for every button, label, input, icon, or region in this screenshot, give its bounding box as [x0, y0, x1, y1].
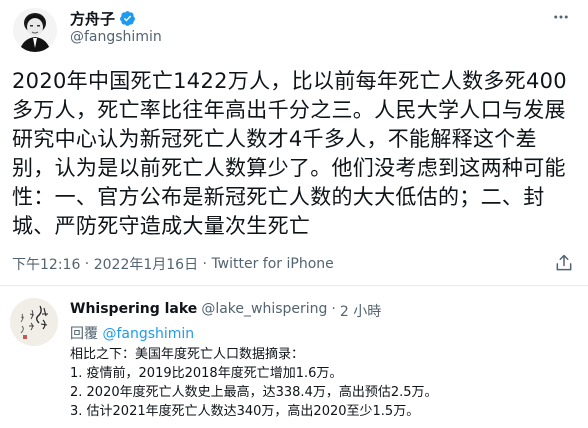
tweet-text: 2020年中国死亡1422万人，比以前每年死亡人数多死400多万人，死亡率比往年… [12, 69, 567, 238]
author-name[interactable]: 方舟子 [70, 8, 115, 29]
share-icon[interactable] [554, 253, 574, 273]
reply-line: 相比之下：美国年度死亡人口数据摘录： [70, 347, 305, 362]
tweet-source[interactable]: Twitter for iPhone [211, 256, 333, 272]
reply-text: 相比之下：美国年度死亡人口数据摘录： 1. 疫情前，2019比2018年度死亡增… [70, 345, 438, 421]
replying-to-mention[interactable]: @fangshimin [102, 326, 194, 342]
author-handle[interactable]: @fangshimin [70, 29, 162, 45]
reply-line: 1. 疫情前，2019比2018年度死亡增加1.6万。 [70, 366, 343, 381]
reply-author-avatar[interactable] [10, 298, 58, 346]
main-tweet: 方舟子 @fangshimin 2020年中国死亡1422万人，比以前每年死亡人… [0, 0, 588, 282]
meta-separator: · [198, 256, 212, 272]
tweet-meta: 下午12:16 · 2022年1月16日 · Twitter for iPhon… [12, 254, 334, 274]
more-options-icon[interactable] [550, 6, 572, 28]
reply-line: 2. 2020年度死亡人数史上最高，达338.4万，高出预估2.5万。 [70, 385, 438, 400]
replying-to-label: 回覆 [70, 326, 98, 342]
tweet-date[interactable]: 2022年1月16日 [94, 254, 198, 274]
verified-badge-icon [119, 10, 136, 27]
reply-author-handle[interactable]: @lake_whispering [201, 301, 327, 321]
reply-time[interactable]: 2 小時 [340, 301, 381, 321]
meta-separator: · [80, 256, 94, 272]
reply-separator: · [331, 301, 336, 317]
tweet-time[interactable]: 下午12:16 [12, 254, 80, 274]
author-avatar[interactable] [13, 8, 57, 52]
reply-header: Whispering lake @lake_whispering · 2 小時 [70, 301, 381, 321]
reply-author-name[interactable]: Whispering lake [70, 301, 197, 321]
reply-tweet[interactable]: Whispering lake @lake_whispering · 2 小時 … [0, 286, 588, 428]
reply-line: 3. 估计2021年度死亡人数达340万，高出2020至少1.5万。 [70, 404, 420, 419]
replying-to: 回覆 @fangshimin [70, 323, 194, 343]
